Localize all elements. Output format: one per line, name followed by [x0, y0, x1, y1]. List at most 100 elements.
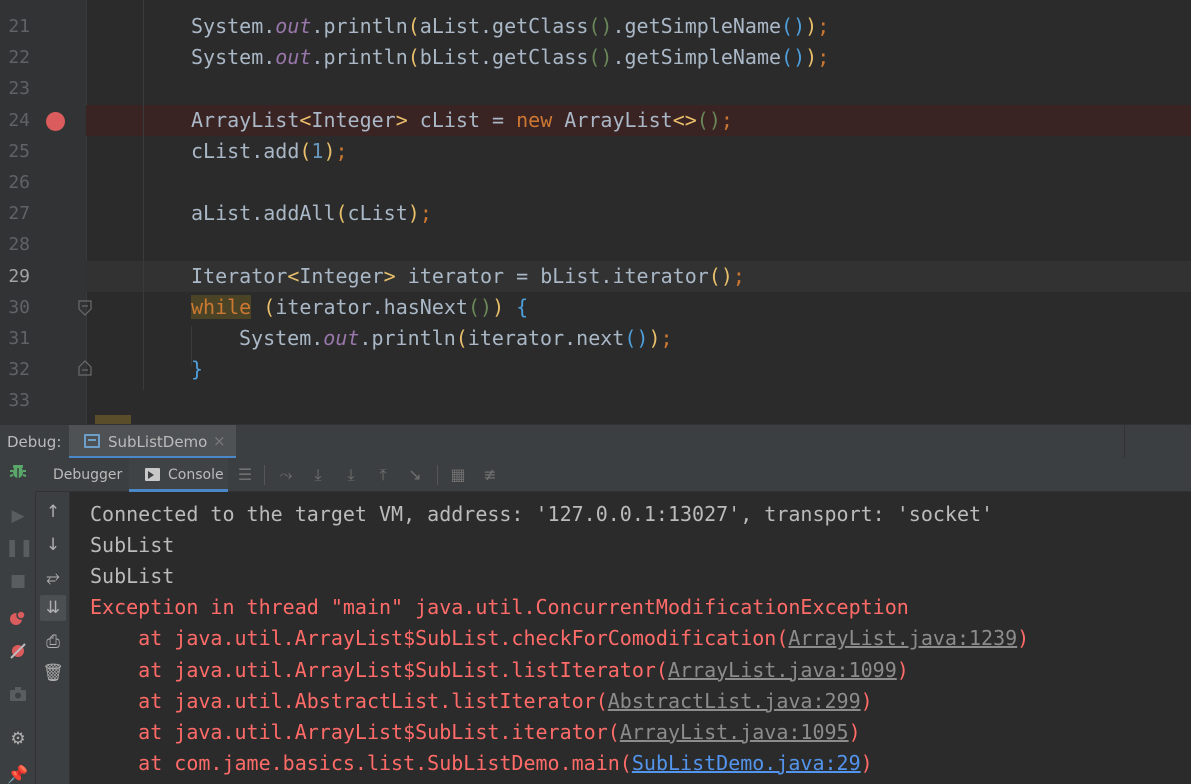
code-token: cList.add — [191, 138, 300, 163]
code-editor[interactable]: 21 System.out.println(aList.getClass().ge… — [0, 0, 1191, 424]
code-line[interactable]: 22 System.out.println(bList.getClass().ge… — [0, 42, 1191, 73]
soft-wrap-icon[interactable]: ⥂ — [40, 564, 66, 590]
run-to-cursor-icon[interactable]: ↘ — [405, 465, 425, 485]
stack-frame-suffix: ) — [848, 719, 861, 744]
code-token: ) — [407, 201, 420, 226]
code-line[interactable]: 21 System.out.println(aList.getClass().ge… — [0, 11, 1191, 42]
code-line[interactable]: 28 — [0, 229, 1191, 260]
tab-debugger[interactable]: Debugger — [38, 458, 128, 492]
code-text[interactable]: ArrayList<Integer> cList = new ArrayList… — [191, 109, 733, 131]
source-link[interactable]: SubListDemo.java:29 — [632, 751, 861, 775]
code-line[interactable]: 31 System.out.println(iterator.next()); — [0, 323, 1191, 354]
console-icon — [145, 468, 160, 481]
code-token: .println — [311, 14, 408, 38]
source-link[interactable]: AbstractList.java:299 — [608, 689, 861, 713]
code-text[interactable]: while (iterator.hasNext()) { — [191, 294, 528, 319]
debug-actions-strip: ▶ ❚❚ ■ ⚙ 📌 — [0, 492, 36, 784]
up-arrow-icon[interactable]: ↑ — [40, 499, 66, 525]
line-number[interactable]: 31 — [0, 328, 30, 349]
line-number[interactable]: 28 — [0, 234, 30, 255]
stack-frame-text: at java.util.ArrayList$SubList.listItera… — [90, 657, 668, 682]
breakpoint-icon[interactable] — [46, 111, 65, 131]
code-token: .getSimpleName — [612, 45, 782, 70]
step-out-icon[interactable]: ⤒ — [373, 465, 393, 485]
pin-icon[interactable]: 📌 — [5, 762, 31, 784]
code-text[interactable]: aList.addAll(cList); — [191, 203, 432, 224]
console-output-line: Connected to the target VM, address: '12… — [90, 502, 994, 526]
line-number[interactable]: 22 — [0, 47, 30, 68]
editor-scroll-marker — [95, 415, 131, 424]
code-token: ; — [817, 45, 830, 70]
code-line[interactable]: 32} — [0, 354, 1191, 385]
code-line[interactable]: 25 cList.add(1); — [0, 136, 1191, 167]
line-number[interactable]: 26 — [0, 172, 30, 193]
fold-close-icon[interactable] — [78, 360, 92, 376]
line-number[interactable]: 24 — [0, 110, 30, 131]
fold-open-icon[interactable] — [78, 300, 92, 316]
scroll-to-end-icon[interactable]: ⇊ — [40, 595, 66, 621]
print-icon[interactable]: ⎙ — [40, 629, 66, 655]
code-token: ( — [455, 326, 468, 350]
line-number[interactable]: 25 — [0, 141, 30, 162]
trash-icon[interactable]: 🗑 — [40, 660, 66, 686]
code-line[interactable]: 27 aList.addAll(cList); — [0, 198, 1191, 229]
show-execution-point-icon[interactable]: ⤳ — [276, 465, 296, 485]
trace-icon[interactable]: ≢ — [480, 465, 500, 485]
view-breakpoints-icon[interactable] — [5, 609, 31, 635]
code-token: ; — [335, 138, 348, 163]
code-text[interactable]: System.out.println(bList.getClass().getS… — [191, 47, 829, 68]
code-text[interactable]: System.out.println(iterator.next()); — [239, 328, 673, 349]
source-link[interactable]: ArrayList.java:1239 — [788, 626, 1017, 650]
line-number[interactable]: 33 — [0, 390, 30, 411]
down-arrow-icon[interactable]: ↓ — [40, 532, 66, 558]
line-number[interactable]: 21 — [0, 16, 30, 37]
code-token: ) — [323, 138, 336, 163]
toolbar-separator — [264, 465, 265, 485]
tab-console[interactable]: Console — [129, 458, 228, 492]
pause-icon[interactable]: ❚❚ — [5, 535, 34, 561]
code-token: System. — [191, 14, 276, 38]
step-over-icon[interactable]: ⤓ — [308, 465, 328, 485]
code-token: ; — [817, 14, 830, 38]
line-number[interactable]: 30 — [0, 297, 30, 318]
code-token: ( — [299, 138, 312, 163]
code-line[interactable]: 26 — [0, 167, 1191, 198]
stack-frame-text: at java.util.ArrayList$SubList.iterator( — [90, 719, 620, 744]
code-text[interactable]: System.out.println(aList.getClass().getS… — [191, 16, 829, 37]
code-line[interactable]: 23 — [0, 73, 1191, 104]
code-token: ) — [492, 294, 505, 319]
code-text[interactable]: } — [191, 359, 203, 380]
line-number[interactable]: 23 — [0, 78, 30, 99]
resume-icon[interactable]: ▶ — [5, 503, 31, 529]
code-token: cList — [347, 201, 408, 226]
code-text[interactable]: cList.add(1); — [191, 138, 348, 163]
code-line[interactable]: 30 while (iterator.hasNext()) { — [0, 292, 1191, 323]
source-link[interactable]: ArrayList.java:1099 — [668, 658, 897, 682]
mute-breakpoints-icon[interactable] — [5, 642, 31, 668]
code-line[interactable]: 33 — [0, 385, 1191, 416]
step-into-icon[interactable]: ⤓ — [341, 465, 361, 485]
stop-icon[interactable]: ■ — [5, 568, 31, 594]
code-text[interactable]: Iterator<Integer> iterator = bList.itera… — [191, 263, 745, 288]
source-link[interactable]: ArrayList.java:1095 — [620, 720, 849, 744]
code-token: 1 — [311, 138, 324, 163]
code-token: .println — [311, 45, 408, 70]
code-token: Integer — [299, 263, 384, 288]
code-token: iterator.next — [467, 326, 625, 350]
debug-label: Debug: — [7, 433, 62, 451]
evaluate-expression-icon[interactable]: ▦ — [448, 465, 468, 485]
line-number[interactable]: 29 — [0, 266, 30, 287]
console-output[interactable]: Connected to the target VM, address: '12… — [71, 492, 1191, 784]
code-line[interactable]: 29 Iterator<Integer> iterator = bList.ite… — [8, 260, 1191, 292]
line-number[interactable]: 27 — [0, 203, 30, 224]
layout-menu-icon[interactable]: ☰ — [235, 465, 255, 485]
settings-icon[interactable]: ⚙ — [5, 726, 31, 752]
camera-icon[interactable] — [5, 684, 31, 710]
stack-frame-suffix: ) — [896, 657, 909, 682]
code-line[interactable]: 24 ArrayList<Integer> cList = new ArrayLi… — [8, 104, 1191, 136]
debug-bug-icon[interactable] — [5, 462, 31, 488]
line-number[interactable]: 32 — [0, 359, 30, 380]
close-tab-icon[interactable]: × — [213, 432, 226, 450]
tab-console-label: Console — [168, 467, 224, 483]
code-token: ; — [732, 263, 745, 288]
